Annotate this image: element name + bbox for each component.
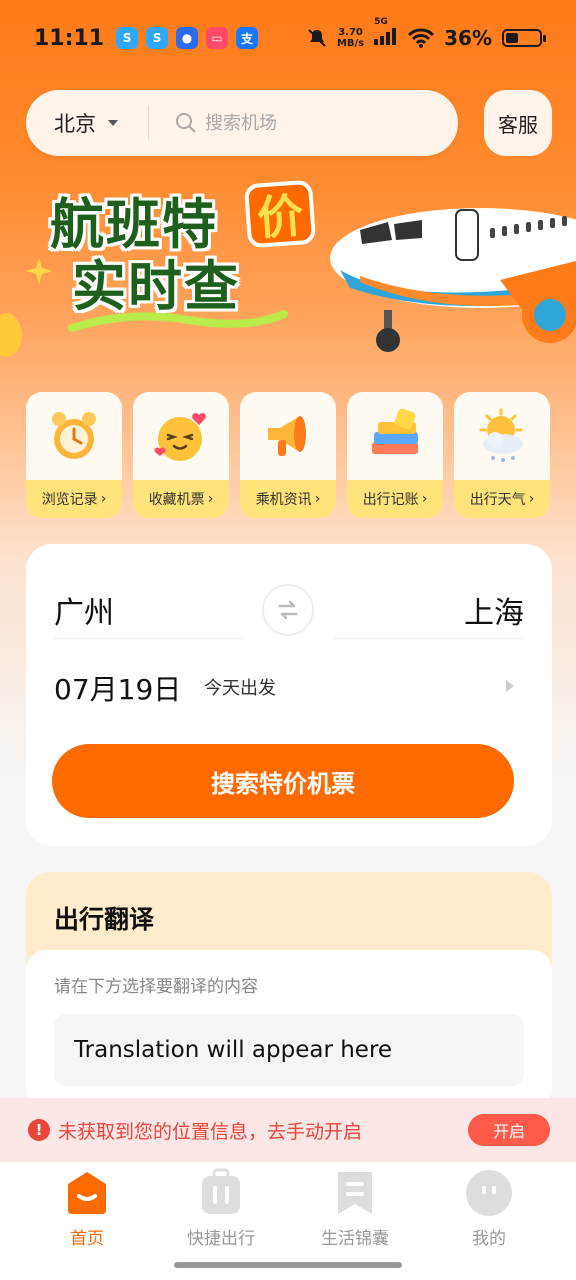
quick-entry-label: 浏览记录 bbox=[41, 492, 98, 508]
quick-entry-expenses[interactable]: 出行记账 › bbox=[347, 392, 443, 518]
quick-entry-history[interactable]: 浏览记录 › bbox=[26, 392, 122, 518]
nav-profile[interactable]: 我的 bbox=[434, 1162, 544, 1280]
swap-arrows-icon bbox=[278, 600, 298, 620]
city-selector[interactable]: 北京 bbox=[26, 108, 148, 138]
network-speed: 3.70 MB/s bbox=[337, 27, 364, 49]
sparkle-icon bbox=[26, 258, 52, 284]
chevron-right-icon: › bbox=[421, 491, 428, 507]
battery-level bbox=[506, 33, 518, 43]
nav-label: 快捷出行 bbox=[187, 1229, 255, 1249]
alarm-clock-icon bbox=[44, 406, 104, 466]
price-badge: 价 bbox=[243, 179, 317, 249]
quick-entry-favorites[interactable]: 收藏机票 › bbox=[133, 392, 229, 518]
chevron-right-icon: › bbox=[314, 491, 321, 507]
quick-entry-label-bar: 乘机资讯 › bbox=[240, 480, 336, 518]
quick-entry-label-bar: 出行记账 › bbox=[347, 480, 443, 518]
status-time: 11:11 bbox=[34, 25, 105, 51]
divider bbox=[54, 638, 244, 639]
mute-bell-icon bbox=[308, 29, 326, 47]
chevron-right-icon: › bbox=[100, 491, 107, 507]
bookmark-icon bbox=[330, 1168, 380, 1218]
nav-label: 首页 bbox=[70, 1229, 104, 1249]
translation-title: 出行翻译 bbox=[54, 905, 155, 934]
wifi-icon bbox=[408, 28, 435, 48]
departure-city[interactable]: 广州 bbox=[54, 588, 114, 632]
megaphone-icon bbox=[258, 406, 318, 466]
enable-location-button[interactable]: 开启 bbox=[468, 1114, 550, 1146]
location-notice-bar: ! 未获取到您的位置信息，去手动开启 开启 bbox=[0, 1098, 576, 1162]
app-notification-icon: S bbox=[116, 27, 139, 49]
quick-entry-label: 收藏机票 bbox=[148, 492, 205, 508]
search-icon bbox=[176, 113, 196, 133]
flight-search-card: 广州 上海 07月19日 今天出发 搜索特价机票 bbox=[26, 544, 552, 846]
shopping-app-icon: ▭ bbox=[206, 27, 229, 49]
speed-unit: MB/s bbox=[336, 38, 365, 49]
airplane-illustration bbox=[330, 208, 576, 352]
chevron-right-icon[interactable] bbox=[506, 680, 514, 692]
speed-value: 3.70 bbox=[338, 27, 363, 38]
chevron-right-icon: › bbox=[528, 491, 535, 507]
departure-date[interactable]: 07月19日 bbox=[54, 668, 181, 708]
customer-service-button[interactable]: 客服 bbox=[484, 90, 552, 156]
profile-face-icon bbox=[464, 1168, 514, 1218]
quick-entry-label-bar: 浏览记录 › bbox=[26, 480, 122, 518]
translation-panel: 请在下方选择要翻译的内容 Translation will appear her… bbox=[26, 950, 552, 1112]
battery-percent: 36% bbox=[444, 26, 492, 50]
baidu-icon: ● bbox=[176, 27, 199, 49]
quick-entry-label-bar: 收藏机票 › bbox=[133, 480, 229, 518]
books-icon bbox=[365, 406, 425, 466]
departure-date-note: 今天出发 bbox=[204, 678, 276, 699]
nav-label: 生活锦囊 bbox=[321, 1229, 389, 1249]
network-type: 5G bbox=[374, 17, 388, 27]
signal-icon: 5G bbox=[374, 17, 398, 49]
translation-output[interactable]: Translation will appear here bbox=[54, 1014, 524, 1086]
promo-banner[interactable]: 航班特 价 实时查 bbox=[0, 160, 576, 370]
underline-swoosh bbox=[68, 310, 288, 332]
battery-icon bbox=[502, 29, 546, 47]
location-notice-text: 未获取到您的位置信息，去手动开启 bbox=[58, 1120, 363, 1143]
status-bar: 11:11 S S ● ▭ 支 3.70 MB/s 5G 36% bbox=[0, 0, 576, 76]
chevron-down-icon bbox=[108, 120, 118, 126]
quick-entries: 浏览记录 › 收藏机票 › 乘机资讯 › 出行记账 › 出行天气 › bbox=[26, 392, 556, 518]
search-bar: 北京 bbox=[26, 90, 458, 156]
home-indicator[interactable] bbox=[174, 1262, 402, 1268]
heart-eyes-emoji-icon bbox=[151, 406, 211, 466]
airport-search-input[interactable] bbox=[205, 112, 405, 134]
sun-cloud-icon bbox=[472, 406, 532, 466]
quick-entry-label: 出行天气 bbox=[469, 492, 526, 508]
swap-cities-button[interactable] bbox=[262, 584, 314, 636]
coin-icon bbox=[0, 313, 22, 357]
nav-home[interactable]: 首页 bbox=[32, 1162, 142, 1280]
alipay-icon: 支 bbox=[236, 27, 259, 49]
app-notification-icon: S bbox=[146, 27, 169, 49]
quick-entry-label: 乘机资讯 bbox=[255, 492, 312, 508]
home-smile-icon bbox=[62, 1168, 112, 1218]
search-fares-button[interactable]: 搜索特价机票 bbox=[52, 744, 514, 818]
current-city: 北京 bbox=[54, 112, 96, 136]
luggage-icon bbox=[196, 1168, 246, 1218]
translation-hint: 请在下方选择要翻译的内容 bbox=[54, 977, 258, 997]
quick-entry-weather[interactable]: 出行天气 › bbox=[454, 392, 550, 518]
chevron-right-icon: › bbox=[207, 491, 214, 507]
divider bbox=[334, 638, 524, 639]
quick-entry-flight-info[interactable]: 乘机资讯 › bbox=[240, 392, 336, 518]
airport-search[interactable] bbox=[149, 112, 458, 134]
arrival-city[interactable]: 上海 bbox=[464, 588, 524, 632]
nav-label: 我的 bbox=[472, 1229, 506, 1249]
quick-entry-label: 出行记账 bbox=[362, 492, 419, 508]
quick-entry-label-bar: 出行天气 › bbox=[454, 480, 550, 518]
warning-icon: ! bbox=[28, 1119, 50, 1141]
translation-card: 出行翻译 请在下方选择要翻译的内容 Translation will appea… bbox=[26, 872, 552, 1112]
